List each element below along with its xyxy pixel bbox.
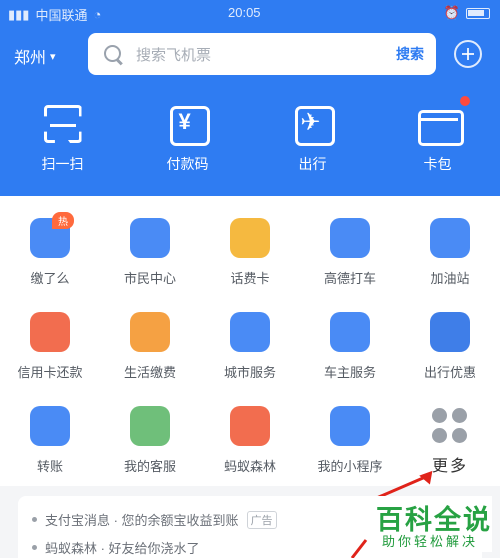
top-nav-card[interactable]: 卡包	[375, 94, 500, 184]
more-grid-icon	[432, 408, 468, 444]
grid-label: 城市服务	[223, 365, 276, 380]
search-button[interactable]: 搜索	[396, 44, 424, 64]
grid-item[interactable]: 出行优惠	[400, 300, 500, 394]
dot	[452, 428, 467, 443]
top-nav: 扫一扫 付款码 出行 卡包	[0, 94, 500, 184]
search-placeholder: 搜索飞机票	[136, 46, 212, 64]
hot-badge: 热	[52, 212, 74, 229]
grid-label: 话费卡	[230, 271, 270, 286]
travel-icon	[291, 102, 335, 146]
top-nav-label: 卡包	[423, 156, 452, 172]
grid-label: 信用卡还款	[17, 365, 83, 380]
receipt-icon	[130, 312, 170, 352]
header: ▮▮▮ 中国联通 ◔ 20:05 ⏰ 郑州 ▾ 搜索飞机票 搜索 扫一扫 ¥ 付…	[0, 0, 500, 196]
dot	[452, 408, 467, 423]
news-text: 蚂蚁森林 · 好友给你浇水了	[45, 541, 200, 556]
grid-item[interactable]: 热缴了么	[0, 206, 100, 300]
status-right: ⏰	[444, 5, 490, 21]
card-wallet-icon	[416, 102, 464, 146]
news-item[interactable]: 支付宝消息 · 您的余额宝收益到账 广告	[32, 510, 277, 529]
alarm-icon: ⏰	[443, 5, 460, 20]
wifi-icon: ◔	[93, 7, 102, 22]
grid-item[interactable]: 我的客服	[100, 394, 200, 488]
grid-item[interactable]: 转账	[0, 394, 100, 488]
grid-label: 蚂蚁森林	[223, 459, 276, 474]
city-selector[interactable]: 郑州 ▾	[14, 44, 56, 68]
car-icon	[430, 218, 470, 258]
watermark: 百科全说 助你轻松解决	[370, 496, 492, 552]
bullet-icon	[32, 545, 37, 550]
news-text: 支付宝消息 · 您的余额宝收益到账	[45, 513, 239, 528]
chevron-down-icon: ▾	[50, 50, 56, 63]
news-item[interactable]: 蚂蚁森林 · 好友给你浇水了	[32, 538, 200, 557]
top-nav-label: 付款码	[166, 156, 209, 172]
grid-label: 我的小程序	[317, 459, 383, 474]
forest-icon	[230, 406, 270, 446]
top-nav-label: 扫一扫	[41, 156, 84, 172]
grid-label: 高德打车	[323, 271, 376, 286]
credit-card-icon	[30, 312, 70, 352]
top-nav-travel[interactable]: 出行	[250, 94, 375, 184]
search-icon	[102, 43, 124, 65]
service-icon	[130, 406, 170, 446]
grid-item[interactable]: 更多	[400, 394, 500, 488]
scan-icon	[41, 102, 85, 146]
grid-label: 我的客服	[123, 459, 176, 474]
grid-label: 缴了么	[30, 271, 70, 286]
status-time: 20:05	[228, 5, 261, 20]
battery-icon	[466, 7, 490, 19]
grid-item[interactable]: 蚂蚁森林	[200, 394, 300, 488]
payment-code-icon	[166, 102, 210, 146]
grid-item[interactable]: 话费卡	[200, 206, 300, 300]
grid-item[interactable]: 信用卡还款	[0, 300, 100, 394]
discount-icon	[430, 312, 470, 352]
grid-label: 更多	[431, 458, 468, 475]
top-nav-pay[interactable]: 付款码	[125, 94, 250, 184]
grid-item[interactable]: 加油站	[400, 206, 500, 300]
city-service-icon	[230, 312, 270, 352]
dot	[432, 408, 447, 423]
grid-item[interactable]: 车主服务	[300, 300, 400, 394]
bullet-icon	[32, 517, 37, 522]
grid-label: 生活缴费	[123, 365, 176, 380]
grid-label: 车主服务	[323, 365, 376, 380]
grid-label: 转账	[36, 459, 63, 474]
coin-icon	[230, 218, 270, 258]
grid-item[interactable]: 城市服务	[200, 300, 300, 394]
grid-item[interactable]: 高德打车	[300, 206, 400, 300]
city-label: 郑州	[14, 50, 47, 67]
citizen-center-icon	[130, 218, 170, 258]
top-nav-scan[interactable]: 扫一扫	[0, 94, 125, 184]
status-bar: ▮▮▮ 中国联通 ◔ 20:05 ⏰	[0, 0, 500, 26]
transfer-icon	[30, 406, 70, 446]
dot	[432, 428, 447, 443]
diamond-icon	[330, 218, 370, 258]
grid-item[interactable]: 我的小程序	[300, 394, 400, 488]
carrier-label: 中国联通	[35, 8, 88, 23]
vehicle-service-icon	[330, 312, 370, 352]
watermark-subtitle: 助你轻松解决	[382, 534, 479, 549]
news-tag: 广告	[246, 510, 277, 529]
status-left: ▮▮▮ 中国联通 ◔	[8, 5, 101, 24]
mini-program-icon	[330, 406, 370, 446]
grid-label: 出行优惠	[423, 365, 476, 380]
app-screen: ▮▮▮ 中国联通 ◔ 20:05 ⏰ 郑州 ▾ 搜索飞机票 搜索 扫一扫 ¥ 付…	[0, 0, 500, 558]
top-nav-label: 出行	[298, 156, 327, 172]
add-icon[interactable]	[454, 40, 482, 68]
signal-icon: ▮▮▮	[8, 6, 30, 22]
grid-label: 市民中心	[123, 271, 176, 286]
notification-dot	[460, 96, 470, 106]
service-grid-card: 热缴了么 市民中心 话费卡 高德打车 加油站 信用卡还款 生活缴费 城市服务 车主服务 出行优惠转…	[0, 196, 500, 486]
grid-item[interactable]: 市民中心	[100, 206, 200, 300]
service-grid: 热缴了么 市民中心 话费卡 高德打车 加油站 信用卡还款 生活缴费 城市服务 车主服务 出行优惠转…	[0, 206, 500, 488]
search-bar[interactable]: 搜索飞机票 搜索	[88, 33, 436, 75]
grid-item[interactable]: 生活缴费	[100, 300, 200, 394]
grid-label: 加油站	[430, 271, 470, 286]
